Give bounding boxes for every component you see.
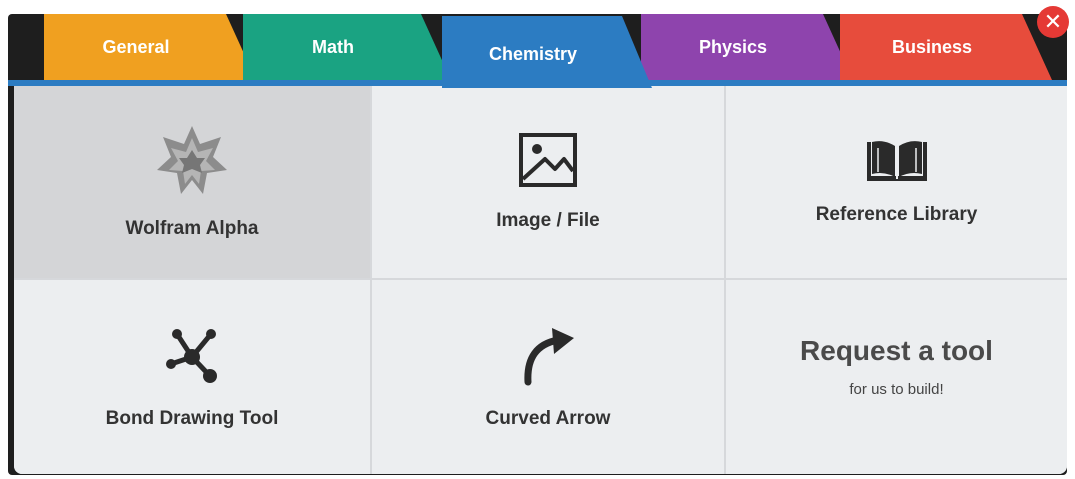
tab-physics[interactable]: Physics (641, 14, 853, 80)
close-button[interactable]: ✕ (1037, 6, 1069, 38)
tool-label: Curved Arrow (485, 408, 611, 429)
request-tool[interactable]: Request a tool for us to build! (726, 280, 1067, 474)
tool-label: Bond Drawing Tool (105, 408, 279, 429)
tab-label: General (102, 36, 170, 57)
molecule-icon (166, 329, 217, 383)
tab-business[interactable]: Business (840, 14, 1052, 80)
tool-bond-drawing[interactable]: Bond Drawing Tool (14, 280, 370, 474)
tab-math[interactable]: Math (243, 14, 451, 80)
book-icon (866, 141, 927, 181)
request-tool-subtitle: for us to build! (849, 380, 944, 398)
wolfram-star-icon (157, 126, 227, 194)
image-icon (519, 133, 577, 187)
tab-label: Chemistry (488, 43, 578, 64)
tab-general[interactable]: General (44, 14, 256, 80)
curved-arrow-icon (524, 328, 574, 386)
tool-label: Wolfram Alpha (125, 218, 259, 239)
tool-reference-library[interactable]: Reference Library (726, 86, 1067, 278)
request-tool-title: Request a tool (800, 334, 993, 366)
tool-label: Image / File (496, 210, 600, 231)
tool-wolfram-alpha[interactable]: Wolfram Alpha (14, 86, 370, 278)
tab-label: Math (312, 36, 354, 57)
close-icon: ✕ (1043, 9, 1063, 34)
tool-grid: Wolfram Alpha Image / File Reference Lib… (14, 86, 1067, 474)
tab-label: Business (891, 36, 973, 57)
tab-chemistry[interactable]: Chemistry (442, 16, 652, 88)
tool-label: Reference Library (815, 204, 978, 225)
tool-curved-arrow[interactable]: Curved Arrow (372, 280, 724, 474)
tools-panel: General Math Chemistry Physics Business … (8, 14, 1067, 475)
tab-label: Physics (698, 36, 768, 57)
tool-image-file[interactable]: Image / File (372, 86, 724, 278)
